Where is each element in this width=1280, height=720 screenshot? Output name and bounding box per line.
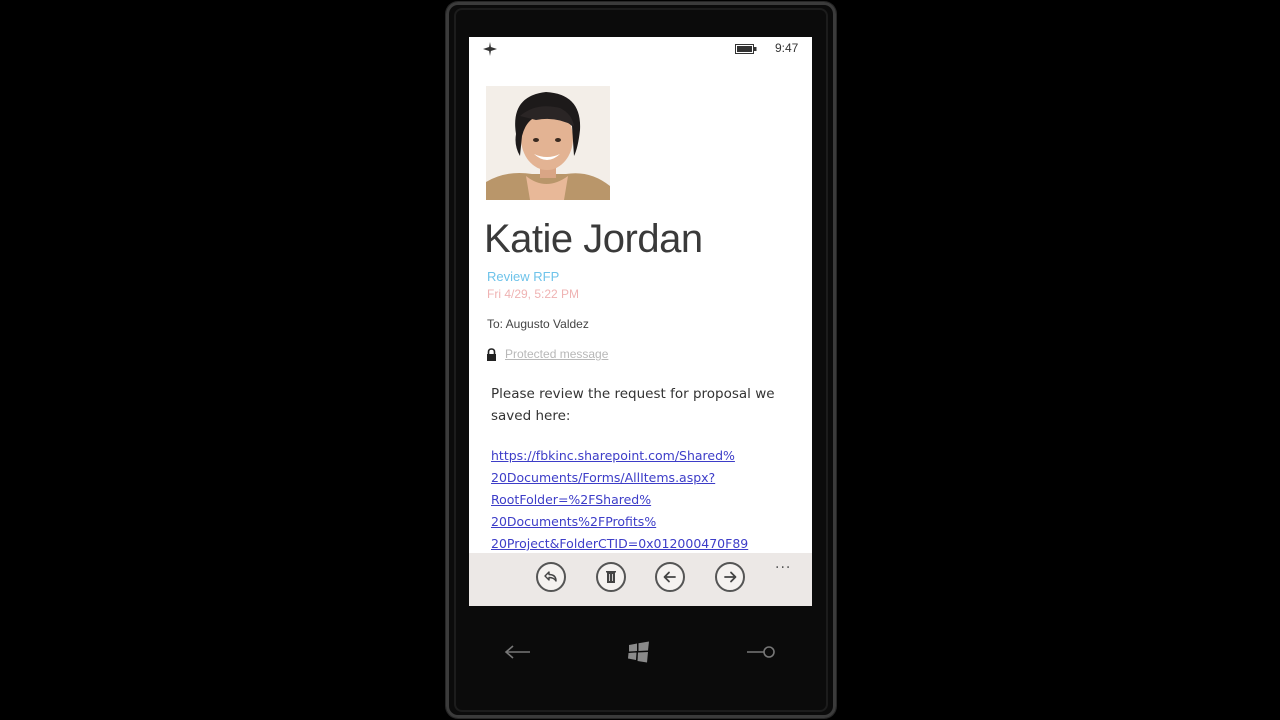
link-line[interactable]: 20Documents/Forms/AllItems.aspx? xyxy=(491,467,796,489)
sharepoint-link[interactable]: https://fbkinc.sharepoint.com/Shared% 20… xyxy=(491,445,796,555)
status-clock: 9:47 xyxy=(775,41,799,55)
sender-name: Katie Jordan xyxy=(484,217,703,261)
link-line[interactable]: RootFolder=%2FShared% xyxy=(491,489,796,511)
email-date: Fri 4/29, 5:22 PM xyxy=(487,287,580,301)
more-options-button[interactable]: ... xyxy=(775,556,791,572)
previous-button[interactable] xyxy=(655,562,685,592)
link-line[interactable]: https://fbkinc.sharepoint.com/Shared% xyxy=(491,445,796,467)
avatar xyxy=(486,86,610,200)
link-line[interactable]: 20Documents%2FProfits% xyxy=(491,511,796,533)
reply-button[interactable] xyxy=(536,562,566,592)
app-bar: ... xyxy=(469,553,812,606)
search-icon[interactable] xyxy=(745,642,777,662)
windows-start-icon[interactable] xyxy=(626,640,652,664)
protected-message-link[interactable]: Protected message xyxy=(505,347,608,361)
previous-icon xyxy=(663,571,676,583)
next-icon xyxy=(724,571,737,583)
delete-icon xyxy=(606,571,616,583)
email-subject: Review RFP xyxy=(487,269,560,284)
email-screen: 9:47 Katie Jordan Review RFP Fri 4/29, 5… xyxy=(469,37,812,606)
battery-icon xyxy=(735,44,757,54)
reply-icon xyxy=(544,571,557,582)
back-icon[interactable] xyxy=(502,641,534,663)
next-button[interactable] xyxy=(715,562,745,592)
recipient-line: To: Augusto Valdez xyxy=(487,317,589,331)
link-line[interactable]: 20Project&FolderCTID=0x012000470F89 xyxy=(491,533,796,555)
lock-icon xyxy=(487,348,496,361)
status-bar: 9:47 xyxy=(469,37,812,61)
airplane-icon xyxy=(483,42,497,56)
delete-button[interactable] xyxy=(596,562,626,592)
email-body-text: Please review the request for proposal w… xyxy=(491,386,775,424)
